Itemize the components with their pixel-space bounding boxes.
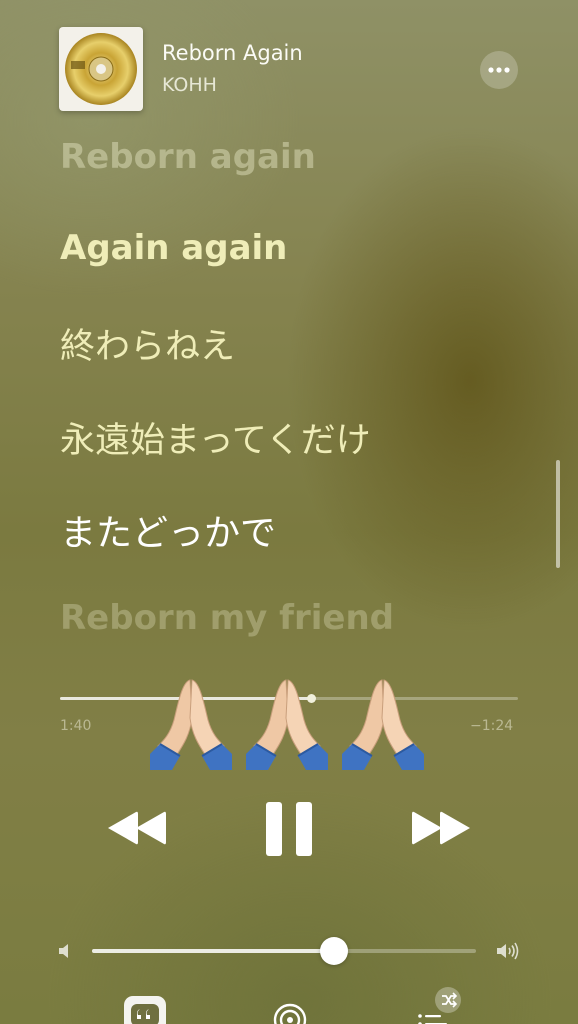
lyrics-scrollbar[interactable]: [556, 460, 560, 568]
lyric-line[interactable]: Again again: [60, 228, 287, 268]
pause-button[interactable]: [264, 802, 314, 856]
fast-forward-button[interactable]: [408, 808, 474, 848]
volume-high-icon: [497, 942, 519, 960]
lyric-line[interactable]: Reborn again: [60, 137, 316, 177]
lyric-line[interactable]: Reborn my friend: [60, 598, 394, 638]
lyric-line[interactable]: 終わらねえ: [60, 318, 235, 369]
volume-knob[interactable]: [319, 937, 348, 965]
time-remaining: −1:24: [470, 718, 514, 734]
volume-slider[interactable]: [92, 937, 476, 965]
ellipsis-icon: [488, 67, 510, 73]
more-options-button[interactable]: [480, 51, 518, 89]
airplay-audio-icon[interactable]: [270, 1000, 310, 1024]
lyric-line-current[interactable]: またどっかで: [60, 504, 276, 556]
song-title: Reborn Again: [162, 41, 303, 65]
lyrics-button[interactable]: [124, 996, 166, 1024]
time-elapsed: 1:40: [60, 718, 92, 734]
volume-fill: [92, 949, 334, 953]
cd-disc-icon: [65, 33, 137, 105]
quote-bubble-icon: [131, 1004, 159, 1024]
album-art[interactable]: [59, 27, 143, 111]
praying-hands-emoji-overlay: [150, 679, 425, 771]
volume-low-icon: [59, 944, 68, 958]
artist-name[interactable]: KOHH: [162, 74, 217, 96]
lyric-line[interactable]: 永遠始まってくだけ: [60, 412, 371, 463]
rewind-button[interactable]: [104, 808, 170, 848]
queue-list-icon[interactable]: [414, 986, 464, 1024]
